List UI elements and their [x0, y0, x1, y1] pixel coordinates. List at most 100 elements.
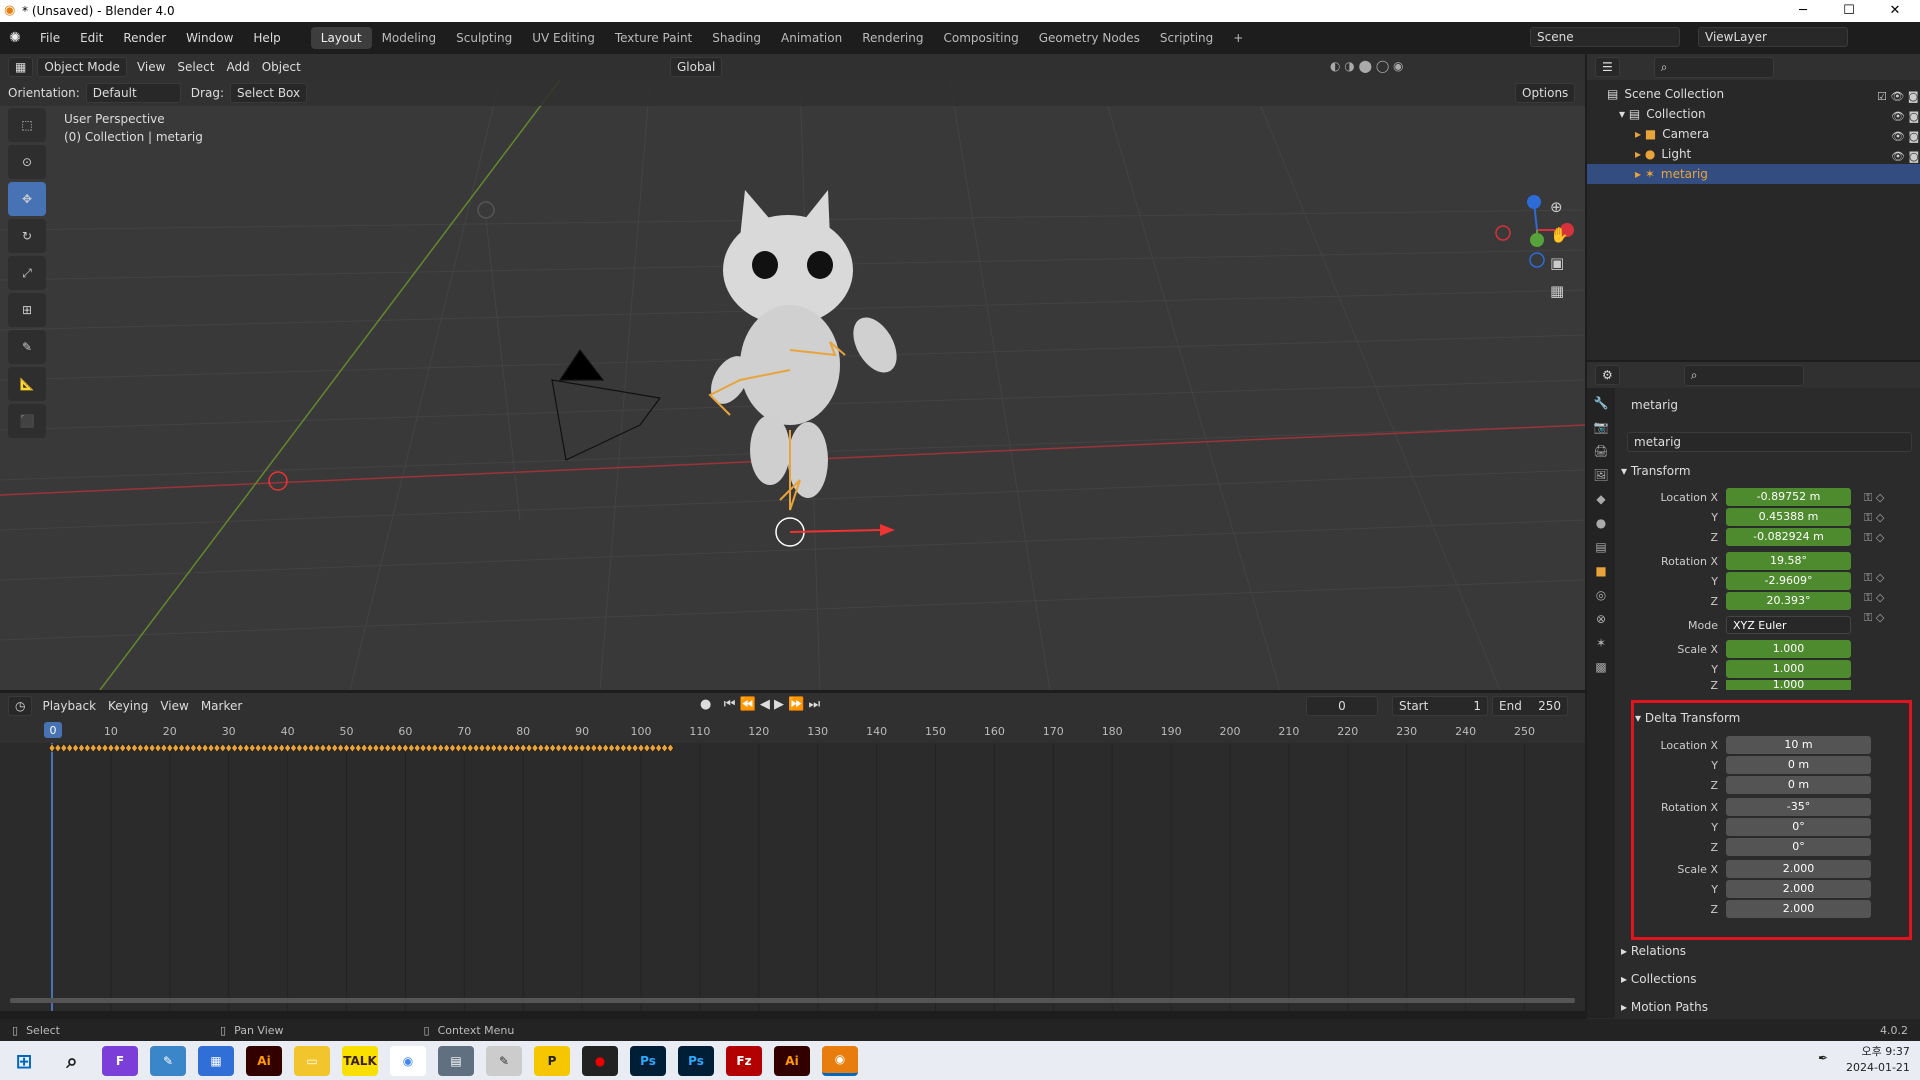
photoshop-icon-2[interactable]: Ps	[678, 1045, 714, 1076]
data-tab-icon[interactable]: ✶	[1596, 636, 1606, 650]
keyframe-marker[interactable]	[543, 743, 551, 753]
tab-layout[interactable]: Layout	[310, 27, 372, 49]
illustrator-icon[interactable]: Ai	[246, 1045, 282, 1076]
keyframe-marker[interactable]	[119, 743, 126, 753]
kakaotalk-icon[interactable]: TALK	[342, 1045, 378, 1076]
outliner-item-light[interactable]: ▸ ● Light	[1587, 144, 1920, 164]
rotation-mode-dropdown[interactable]: XYZ Euler	[1726, 616, 1851, 634]
end-frame-field[interactable]: 250	[1538, 699, 1561, 713]
keyframe-marker[interactable]	[296, 743, 303, 753]
marker-menu[interactable]: Marker	[195, 699, 248, 713]
keyframe-marker[interactable]	[490, 743, 498, 753]
rotation-y-field[interactable]: -2.9609°	[1726, 572, 1851, 590]
motion-paths-panel-header[interactable]: ▸ Motion Paths	[1621, 996, 1920, 1018]
location-y-field[interactable]: 0.45388 m	[1726, 508, 1851, 526]
collections-panel-header[interactable]: ▸ Collections	[1621, 968, 1920, 990]
menu-edit[interactable]: Edit	[70, 31, 113, 45]
menu-render[interactable]: Render	[113, 31, 176, 45]
scene-tab-icon[interactable]: ◆	[1596, 492, 1605, 506]
tab-geometry-nodes[interactable]: Geometry Nodes	[1029, 27, 1150, 49]
move-icon[interactable]: ✥	[8, 182, 46, 216]
location-z-field[interactable]: -0.082924 m	[1726, 528, 1851, 546]
keyframe-marker[interactable]	[243, 743, 250, 753]
folder-icon[interactable]: ▭	[294, 1045, 330, 1076]
view-layer-tab-icon[interactable]: 🖼	[1593, 468, 1608, 482]
blender-menu-icon[interactable]: ✺	[0, 30, 30, 46]
calendar-icon[interactable]: ▦	[198, 1045, 234, 1076]
keyframe-marker[interactable]	[455, 743, 462, 753]
tool-tab-icon[interactable]: 🔧	[1594, 396, 1609, 410]
keyframe-marker[interactable]	[131, 743, 138, 753]
keyframe-marker[interactable]	[614, 743, 621, 753]
object-tab-icon[interactable]: ■	[1595, 564, 1606, 578]
keyframe-marker[interactable]	[561, 743, 568, 753]
outliner-collection[interactable]: ▾ ▤ Collection	[1587, 104, 1920, 124]
keyframe-marker[interactable]	[649, 743, 657, 753]
tab-shading[interactable]: Shading	[702, 27, 771, 49]
lock-keyframe-icons[interactable]: ⚿ ◇ ⚿ ◇ ⚿ ◇ ⚿ ◇ ⚿ ◇ ⚿ ◇	[1864, 488, 1904, 628]
view-menu[interactable]: View	[131, 60, 171, 74]
keyframe-marker[interactable]	[390, 743, 397, 753]
keyframe-marker[interactable]	[101, 743, 109, 753]
search-icon[interactable]: ⌕	[1653, 56, 1774, 78]
blender-taskbar-icon[interactable]: ◉	[822, 1045, 858, 1076]
keyframe-marker[interactable]	[237, 743, 244, 753]
properties-editor-icon[interactable]: ⚙	[1595, 365, 1620, 385]
figma-icon[interactable]: F	[102, 1045, 138, 1076]
scale-icon[interactable]: ⤢	[8, 256, 46, 290]
keyframe-marker[interactable]	[201, 743, 209, 753]
keyframe-marker[interactable]	[637, 743, 645, 753]
add-menu[interactable]: Add	[220, 60, 255, 74]
keyframe-marker[interactable]	[372, 743, 380, 753]
keyframe-marker[interactable]	[484, 743, 492, 753]
tab-sculpting[interactable]: Sculpting	[446, 27, 522, 49]
modifier-tab-icon[interactable]: ◎	[1596, 588, 1606, 602]
keyframe-marker[interactable]	[449, 743, 456, 753]
rotation-x-field[interactable]: 19.58°	[1726, 552, 1851, 570]
keyframe-marker[interactable]	[278, 743, 286, 753]
3d-viewport[interactable]: User Perspective (0) Collection | metari…	[0, 80, 1585, 690]
cursor-icon[interactable]: ⊙	[8, 145, 46, 179]
menu-window[interactable]: Window	[176, 31, 243, 45]
grid-view-icon[interactable]: ▦	[1550, 282, 1569, 300]
keyframe-marker[interactable]	[54, 743, 62, 753]
keyframe-marker[interactable]	[425, 743, 433, 753]
viewport-shading-icons[interactable]: ◐ ◑ ⬤ ◯ ◉	[1330, 59, 1404, 73]
keyframe-marker[interactable]	[384, 743, 392, 753]
timeline-editor-icon[interactable]: ◷	[8, 696, 33, 716]
keyframe-marker[interactable]	[319, 743, 327, 753]
scene-selector[interactable]: Scene	[1530, 27, 1680, 47]
keyframe-marker[interactable]	[360, 743, 368, 753]
keyframe-marker[interactable]	[602, 743, 609, 753]
keyframe-marker[interactable]	[667, 743, 674, 753]
playback-menu[interactable]: Playback	[36, 699, 102, 713]
outliner-scene-collection[interactable]: ▤ Scene Collection	[1587, 84, 1920, 104]
playback-controls[interactable]: ● ⏮ ⏪ ◀ ▶ ⏩ ⏭	[700, 697, 820, 712]
keyframe-marker[interactable]	[84, 743, 91, 753]
close-button[interactable]: ✕	[1872, 0, 1918, 22]
notes-icon[interactable]: ✎	[150, 1045, 186, 1076]
pan-hand-icon[interactable]: ✋	[1550, 226, 1569, 244]
keyframe-marker[interactable]	[178, 743, 185, 753]
keyframe-marker[interactable]	[466, 743, 474, 753]
keyframe-marker[interactable]	[655, 743, 662, 753]
annotate-icon[interactable]: ✎	[8, 330, 46, 364]
rotate-icon[interactable]: ↻	[8, 219, 46, 253]
keyframe-marker[interactable]	[343, 743, 350, 753]
keyframe-marker[interactable]	[508, 743, 515, 753]
keyframe-marker[interactable]	[160, 743, 168, 753]
keyframe-marker[interactable]	[337, 743, 344, 753]
transform-panel-header[interactable]: ▾ Transform	[1621, 460, 1920, 482]
keyframe-marker[interactable]	[290, 743, 297, 753]
drag-dropdown[interactable]: Select Box	[229, 83, 308, 103]
options-dropdown[interactable]: Options	[1515, 83, 1576, 103]
collection-tab-icon[interactable]: ▤	[1595, 540, 1606, 554]
tab-scripting[interactable]: Scripting	[1150, 27, 1223, 49]
keyframe-marker[interactable]	[213, 743, 221, 753]
keyframe-marker[interactable]	[72, 743, 79, 753]
keyframe-marker[interactable]	[254, 743, 262, 753]
keyframe-marker[interactable]	[502, 743, 509, 753]
world-tab-icon[interactable]: ●	[1596, 516, 1606, 530]
constraint-tab-icon[interactable]: ⊗	[1596, 612, 1606, 626]
chat-icon[interactable]: P	[534, 1045, 570, 1076]
